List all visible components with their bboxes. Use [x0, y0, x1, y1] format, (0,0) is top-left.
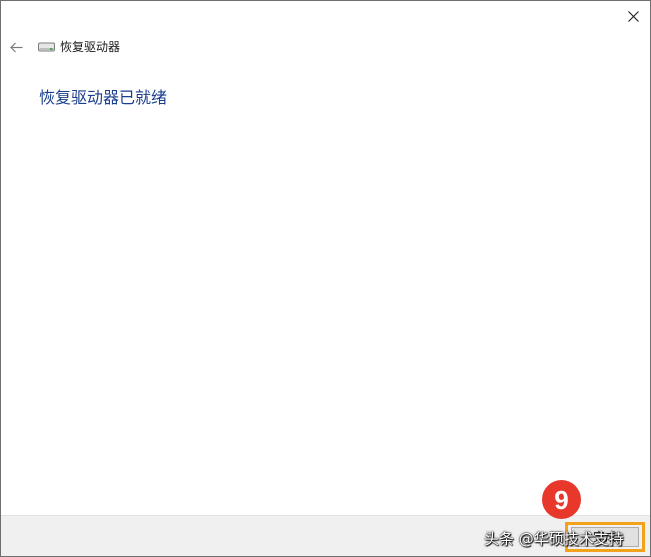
back-arrow-icon: [9, 42, 22, 52]
step-number-badge: 9: [542, 480, 581, 519]
wizard-header: 恢复驱动器: [38, 39, 120, 55]
page-heading: 恢复驱动器已就绪: [39, 88, 168, 107]
recovery-drive-window: 恢复驱动器 恢复驱动器已就绪 完成 头条 @华硕技术支持 9: [0, 0, 651, 557]
drive-icon: [38, 41, 56, 53]
watermark: 头条 @华硕技术支持: [484, 530, 624, 548]
close-button[interactable]: [618, 3, 648, 29]
footer-bar: 完成 头条 @华硕技术支持: [1, 515, 650, 556]
wizard-title: 恢复驱动器: [60, 40, 121, 54]
back-button[interactable]: [5, 37, 27, 57]
close-icon: [627, 10, 639, 22]
